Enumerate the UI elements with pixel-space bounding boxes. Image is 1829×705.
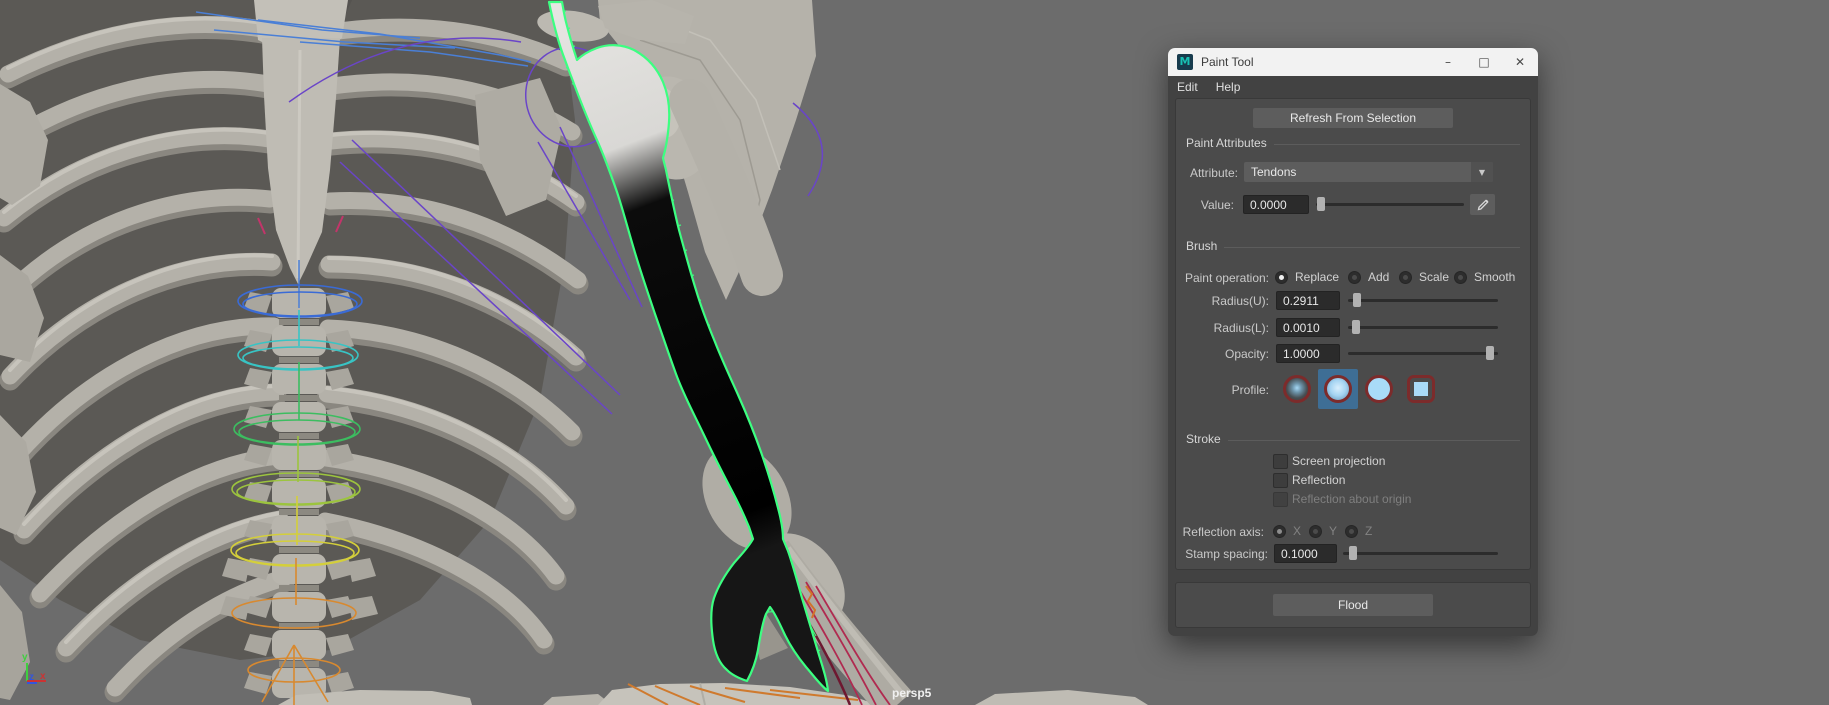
menu-help[interactable]: Help	[1207, 80, 1250, 94]
radius-l-label: Radius(L):	[1176, 321, 1269, 335]
chevron-down-icon: ▼	[1471, 162, 1493, 182]
tool-settings-panel: Refresh From Selection Paint Attributes …	[1175, 98, 1531, 570]
radio-icon	[1309, 525, 1322, 538]
reflection-axis-y-radio: Y	[1309, 524, 1337, 538]
slider-handle[interactable]	[1317, 197, 1325, 211]
radius-l-input[interactable]	[1276, 318, 1340, 337]
slider-handle[interactable]	[1353, 293, 1361, 307]
maximize-button[interactable]: □	[1466, 48, 1502, 76]
brush-profile-soft-icon	[1324, 375, 1352, 403]
radio-icon	[1345, 525, 1358, 538]
stamp-spacing-label: Stamp spacing:	[1176, 547, 1268, 561]
minimize-button[interactable]: –	[1430, 48, 1466, 76]
radio-icon	[1454, 271, 1467, 284]
value-label: Value:	[1176, 198, 1234, 212]
radius-u-label: Radius(U):	[1176, 294, 1269, 308]
axis-y-label: y	[22, 652, 28, 663]
profile-square-button[interactable]	[1401, 369, 1441, 409]
opacity-slider[interactable]	[1348, 345, 1498, 361]
radio-icon	[1275, 271, 1288, 284]
attribute-dropdown[interactable]: Tendons ▼	[1244, 162, 1493, 182]
slider-handle[interactable]	[1352, 320, 1360, 334]
paint-operation-smooth-radio[interactable]: Smooth	[1454, 270, 1515, 284]
value-slider[interactable]	[1316, 196, 1464, 212]
attribute-dropdown-value: Tendons	[1244, 162, 1471, 182]
reflection-label: Reflection	[1292, 473, 1345, 488]
value-picker-button[interactable]	[1470, 194, 1495, 215]
profile-soft-button[interactable]	[1318, 369, 1358, 409]
screen-projection-label: Screen projection	[1292, 454, 1385, 469]
flood-button[interactable]: Flood	[1273, 594, 1433, 616]
menubar: Edit Help	[1168, 76, 1538, 98]
opacity-label: Opacity:	[1176, 347, 1269, 361]
reflection-about-origin-checkbox	[1273, 492, 1288, 507]
pencil-icon	[1476, 198, 1490, 212]
radio-icon	[1348, 271, 1361, 284]
radius-u-slider[interactable]	[1348, 292, 1498, 308]
axis-x-label: x	[40, 671, 46, 682]
slider-handle[interactable]	[1486, 346, 1494, 360]
paint-operation-scale-radio[interactable]: Scale	[1399, 270, 1449, 284]
viewport-3d[interactable]: y x z persp5	[0, 0, 1829, 705]
paint-attributes-section-header[interactable]: Paint Attributes	[1186, 136, 1520, 150]
brush-profile-solid-icon	[1365, 375, 1393, 403]
paint-operation-label: Paint operation:	[1176, 271, 1269, 285]
window-title: Paint Tool	[1201, 55, 1253, 69]
reflection-about-origin-label: Reflection about origin	[1292, 492, 1411, 507]
stroke-section-header[interactable]: Stroke	[1186, 432, 1520, 446]
stamp-spacing-slider[interactable]	[1343, 545, 1498, 561]
radius-l-slider[interactable]	[1348, 319, 1498, 335]
stamp-spacing-input[interactable]	[1274, 544, 1337, 563]
radio-icon	[1273, 525, 1286, 538]
brush-profile-gaussian-icon	[1283, 375, 1311, 403]
paint-operation-add-radio[interactable]: Add	[1348, 270, 1389, 284]
reflection-axis-x-radio: X	[1273, 524, 1301, 538]
brush-section-header[interactable]: Brush	[1186, 239, 1520, 253]
value-input[interactable]	[1243, 195, 1309, 214]
reflection-axis-z-radio: Z	[1345, 524, 1372, 538]
reflection-axis-label: Reflection axis:	[1176, 525, 1264, 539]
brush-profile-square-icon	[1407, 375, 1435, 403]
paint-operation-replace-radio[interactable]: Replace	[1275, 270, 1339, 284]
maya-app-icon: M	[1177, 54, 1193, 70]
slider-handle[interactable]	[1349, 546, 1357, 560]
refresh-from-selection-button[interactable]: Refresh From Selection	[1253, 108, 1453, 128]
window-titlebar[interactable]: M Paint Tool – □ ✕	[1168, 48, 1538, 76]
axis-z-label: z	[29, 672, 34, 683]
profile-solid-button[interactable]	[1359, 369, 1399, 409]
camera-name-label: persp5	[892, 686, 932, 700]
profile-label: Profile:	[1176, 383, 1269, 397]
opacity-input[interactable]	[1276, 344, 1340, 363]
flood-panel: Flood	[1175, 582, 1531, 628]
close-button[interactable]: ✕	[1502, 48, 1538, 76]
screen-projection-checkbox[interactable]	[1273, 454, 1288, 469]
profile-gaussian-button[interactable]	[1277, 369, 1317, 409]
radius-u-input[interactable]	[1276, 291, 1340, 310]
reflection-checkbox[interactable]	[1273, 473, 1288, 488]
attribute-label: Attribute:	[1176, 166, 1238, 180]
paint-tool-window: M Paint Tool – □ ✕ Edit Help Refresh Fro…	[1168, 48, 1538, 636]
menu-edit[interactable]: Edit	[1168, 80, 1207, 94]
radio-icon	[1399, 271, 1412, 284]
